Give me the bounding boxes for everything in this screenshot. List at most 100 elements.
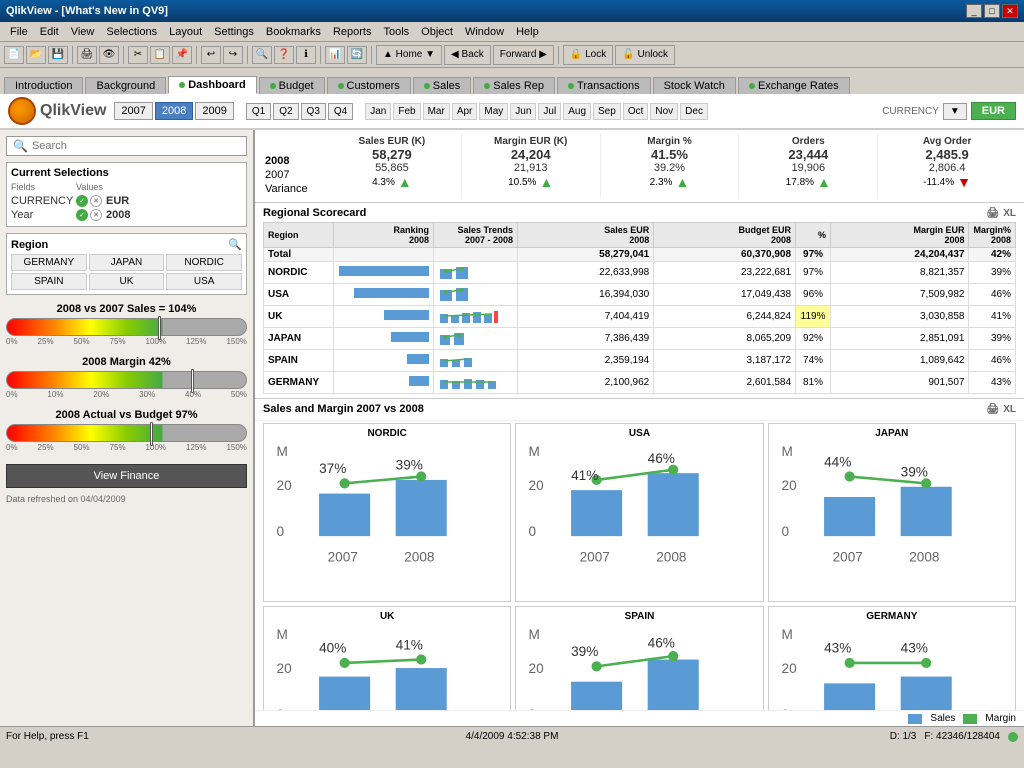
toolbar-reload[interactable]: 🔄 — [347, 46, 367, 64]
home-button[interactable]: ▲ Home ▼ — [376, 45, 442, 65]
jan-button[interactable]: Jan — [365, 103, 391, 120]
oct-button[interactable]: Oct — [623, 103, 649, 120]
aug-button[interactable]: Aug — [563, 103, 591, 120]
region-germany[interactable]: GERMANY — [11, 254, 87, 271]
svg-text:0: 0 — [781, 524, 789, 539]
menu-selections[interactable]: Selections — [100, 25, 163, 39]
tab-exchangerates[interactable]: Exchange Rates — [738, 77, 850, 94]
tab-transactions[interactable]: Transactions — [557, 77, 651, 94]
minimize-button[interactable]: _ — [966, 4, 982, 18]
region-search-icon[interactable]: 🔍 — [228, 238, 242, 251]
kpi-marginpct-var: 2.3% ▲ — [605, 174, 735, 190]
toolbar-new[interactable]: 📄 — [4, 46, 24, 64]
toolbar-undo[interactable]: ↩ — [201, 46, 221, 64]
search-input[interactable] — [32, 140, 240, 152]
close-button[interactable]: ✕ — [1002, 4, 1018, 18]
cs-currency-green-icon[interactable]: ✓ — [76, 195, 88, 207]
toolbar-paste[interactable]: 📌 — [172, 46, 192, 64]
svg-text:20: 20 — [277, 478, 293, 493]
tab-sales[interactable]: Sales — [413, 77, 472, 94]
toolbar-search[interactable]: 🔍 — [252, 46, 272, 64]
tab-salesrep[interactable]: Sales Rep — [473, 77, 555, 94]
sc-germany-marginpct: 43% — [969, 372, 1016, 394]
charts-print-icon[interactable]: 🖨 — [987, 404, 1000, 415]
main-layout: 🔍 Current Selections Fields Values CURRE… — [0, 130, 1024, 726]
menu-object[interactable]: Object — [415, 25, 459, 39]
region-usa[interactable]: USA — [166, 273, 242, 290]
charts-xl-icon[interactable]: XL — [1003, 404, 1016, 415]
year-2007-button[interactable]: 2007 — [114, 102, 152, 120]
menu-bookmarks[interactable]: Bookmarks — [260, 25, 327, 39]
cs-year-green-icon[interactable]: ✓ — [76, 209, 88, 221]
tab-budget[interactable]: Budget — [259, 77, 325, 94]
menu-edit[interactable]: Edit — [34, 25, 65, 39]
currency-label: CURRENCY — [882, 106, 939, 117]
tab-stockwatch[interactable]: Stock Watch — [653, 77, 736, 94]
menu-reports[interactable]: Reports — [327, 25, 378, 39]
chart-germany-area: M 20 0 43% 43% 2007 2008 — [773, 624, 1011, 710]
jun-button[interactable]: Jun — [510, 103, 536, 120]
sc-japan-pct: 92% — [796, 328, 831, 350]
menu-layout[interactable]: Layout — [163, 25, 208, 39]
unlock-button[interactable]: 🔓 Unlock — [615, 45, 675, 65]
q3-button[interactable]: Q3 — [301, 103, 326, 120]
tab-customers[interactable]: Customers — [327, 77, 411, 94]
tab-introduction[interactable]: Introduction — [4, 77, 83, 94]
year-2008-button[interactable]: 2008 — [155, 102, 193, 120]
nov-button[interactable]: Nov — [650, 103, 678, 120]
menu-help[interactable]: Help — [510, 25, 545, 39]
forward-button[interactable]: Forward ▶ — [493, 45, 554, 65]
lock-button[interactable]: 🔒 Lock — [563, 45, 613, 65]
toolbar-print[interactable]: 🖨 — [77, 46, 97, 64]
menu-view[interactable]: View — [65, 25, 101, 39]
region-uk[interactable]: UK — [89, 273, 165, 290]
cs-year-white-icon[interactable]: ✕ — [90, 209, 102, 221]
may-button[interactable]: May — [479, 103, 508, 120]
maximize-button[interactable]: □ — [984, 4, 1000, 18]
sc-usa-margin: 7,509,982 — [831, 284, 969, 306]
toolbar-preview[interactable]: 👁 — [99, 46, 119, 64]
toolbar-chart[interactable]: 📊 — [325, 46, 345, 64]
tab-background[interactable]: Background — [85, 77, 166, 94]
tab-dashboard[interactable]: Dashboard — [168, 76, 256, 94]
year-2009-button[interactable]: 2009 — [195, 102, 233, 120]
toolbar-cut[interactable]: ✂ — [128, 46, 148, 64]
scorecard-xl-icon[interactable]: XL — [1003, 208, 1016, 219]
sc-nordic-margin: 8,821,357 — [831, 262, 969, 284]
menu-window[interactable]: Window — [459, 25, 510, 39]
toolbar-save[interactable]: 💾 — [48, 46, 68, 64]
back-button[interactable]: ◀ Back — [444, 45, 491, 65]
toolbar-redo[interactable]: ↪ — [223, 46, 243, 64]
mar-button[interactable]: Mar — [423, 103, 450, 120]
cs-currency-white-icon[interactable]: ✕ — [90, 195, 102, 207]
menu-settings[interactable]: Settings — [208, 25, 260, 39]
charts-section-header: Sales and Margin 2007 vs 2008 🖨 XL — [263, 403, 1016, 415]
apr-button[interactable]: Apr — [452, 103, 478, 120]
scorecard-print-icon[interactable]: 🖨 — [987, 208, 1000, 219]
current-selections-title: Current Selections — [11, 167, 242, 179]
region-spain[interactable]: SPAIN — [11, 273, 87, 290]
region-nordic[interactable]: NORDIC — [166, 254, 242, 271]
menu-file[interactable]: File — [4, 25, 34, 39]
region-japan[interactable]: JAPAN — [89, 254, 165, 271]
cs-row-year: Year ✓ ✕ 2008 — [11, 208, 242, 222]
chart-nordic: NORDIC M 20 0 — [263, 423, 511, 602]
status-right: D: 1/3 F: 42346/128404 — [686, 731, 1018, 742]
toolbar-help[interactable]: ❓ — [274, 46, 294, 64]
view-finance-button[interactable]: View Finance — [6, 464, 247, 488]
dec-button[interactable]: Dec — [680, 103, 708, 120]
q1-button[interactable]: Q1 — [246, 103, 271, 120]
kpi-avgorder-2008: 2,485.9 — [882, 147, 1012, 162]
feb-button[interactable]: Feb — [393, 103, 420, 120]
toolbar-open[interactable]: 📂 — [26, 46, 46, 64]
tab-sales-label: Sales — [433, 80, 461, 92]
toolbar-copy[interactable]: 📋 — [150, 46, 170, 64]
sc-spain-margin: 1,089,642 — [831, 350, 969, 372]
jul-button[interactable]: Jul — [538, 103, 561, 120]
toolbar-info[interactable]: ℹ — [296, 46, 316, 64]
q2-button[interactable]: Q2 — [273, 103, 298, 120]
menu-tools[interactable]: Tools — [377, 25, 415, 39]
sep-button[interactable]: Sep — [593, 103, 621, 120]
currency-dropdown[interactable]: ▼ — [943, 103, 967, 120]
q4-button[interactable]: Q4 — [328, 103, 353, 120]
